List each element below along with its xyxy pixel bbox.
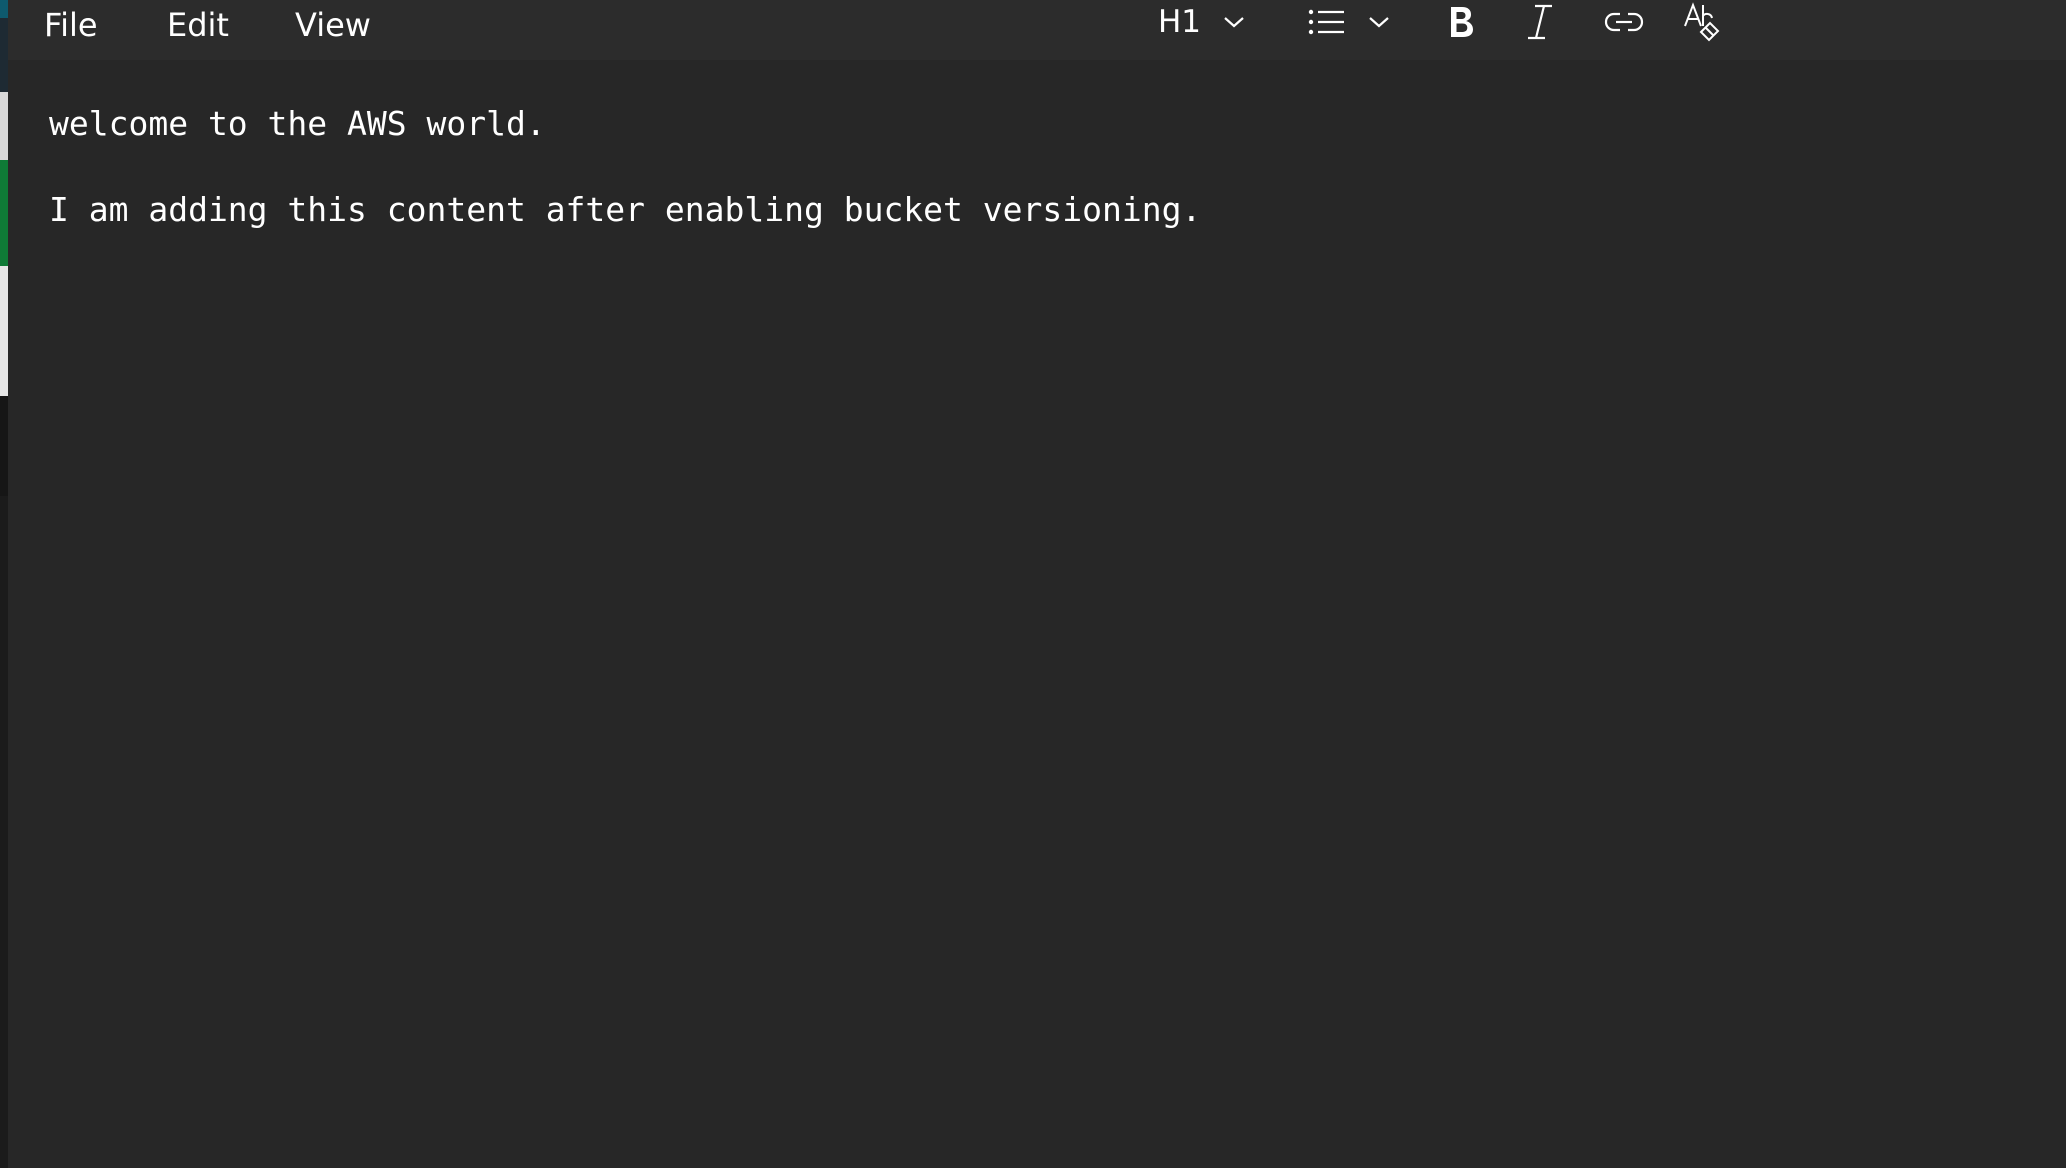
chevron-down-icon: [1368, 15, 1390, 29]
list-dropdown[interactable]: [1308, 0, 1390, 44]
clear-formatting-button[interactable]: [1683, 0, 1721, 44]
background-window-segment: [0, 18, 8, 92]
background-window-segment: [0, 160, 8, 266]
background-window-edge: [0, 0, 8, 1168]
heading-dropdown[interactable]: H1: [1158, 0, 1245, 44]
background-window-segment: [0, 0, 8, 18]
menu-edit[interactable]: Edit: [167, 2, 229, 48]
bold-icon: [1447, 4, 1475, 40]
menu-toolbar: File Edit View H1: [8, 0, 2066, 60]
background-window-segment: [0, 92, 8, 160]
menu-view[interactable]: View: [295, 2, 371, 48]
document-editor[interactable]: welcome to the AWS world. I am adding th…: [8, 60, 2066, 1168]
clear-formatting-icon: [1683, 2, 1721, 42]
italic-button[interactable]: [1526, 0, 1554, 44]
bulleted-list-icon: [1308, 8, 1346, 36]
bold-button[interactable]: [1447, 0, 1475, 44]
chevron-down-icon: [1223, 15, 1245, 29]
document-line[interactable]: I am adding this content after enabling …: [49, 190, 1201, 229]
document-line[interactable]: welcome to the AWS world.: [49, 104, 546, 143]
heading-level-label: H1: [1158, 4, 1202, 40]
background-window-segment: [0, 396, 8, 496]
menu-file[interactable]: File: [44, 2, 98, 48]
background-window-segment: [0, 266, 8, 396]
link-icon: [1604, 11, 1644, 33]
insert-link-button[interactable]: [1604, 0, 1644, 44]
italic-icon: [1526, 3, 1554, 41]
